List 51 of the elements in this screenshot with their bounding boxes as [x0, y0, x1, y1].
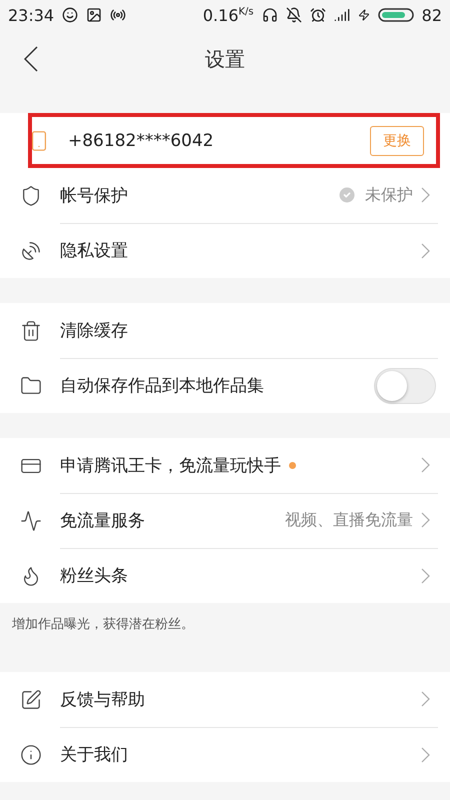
row-label: 申请腾讯王卡，免流量玩快手 [60, 454, 281, 476]
trash-icon [20, 320, 42, 342]
settings-row[interactable]: 粉丝头条 [0, 548, 450, 603]
radio-icon [110, 7, 126, 23]
chevron-icon [421, 187, 430, 203]
battery-level: 82 [422, 6, 442, 24]
row-value: 未保护 [365, 184, 413, 206]
pulse-icon [20, 510, 42, 532]
settings-row[interactable]: 免流量服务 视频、直播免流量 [0, 493, 450, 548]
row-label: 反馈与帮助 [60, 688, 145, 710]
settings-row[interactable]: 申请腾讯王卡，免流量玩快手 [0, 438, 450, 493]
row-label: 粉丝头条 [60, 565, 128, 587]
settings-row[interactable]: 清除缓存 [0, 303, 450, 358]
row-label: 自动保存作品到本地作品集 [60, 375, 264, 397]
chevron-icon [421, 242, 430, 258]
page-title: 设置 [205, 46, 245, 72]
signal-icon [334, 7, 350, 23]
back-icon[interactable] [24, 46, 38, 72]
settings-row[interactable]: 隐私设置 [0, 223, 450, 278]
chevron-icon [421, 691, 430, 707]
toggle-switch[interactable] [374, 368, 436, 404]
settings-row[interactable]: 反馈与帮助 [0, 672, 450, 727]
row-label: +86182****6042 [68, 130, 214, 150]
row-label: 关于我们 [60, 744, 128, 766]
chevron-icon [421, 568, 430, 584]
settings-row[interactable]: 自动保存作品到本地作品集 [0, 358, 450, 413]
alarm-icon [310, 7, 326, 23]
shield-icon [20, 184, 42, 206]
chevron-icon [421, 746, 430, 762]
row-label: 隐私设置 [60, 240, 128, 262]
edit-icon [20, 688, 42, 710]
satellite-dish-icon [20, 240, 42, 262]
headphones-icon [262, 7, 278, 23]
image-icon [86, 7, 102, 23]
info-icon [20, 744, 42, 766]
chevron-icon [421, 512, 430, 528]
highlighted-row[interactable]: +86182****6042 更换 [28, 113, 440, 168]
row-label: 清除缓存 [60, 320, 128, 342]
folder-icon [20, 374, 42, 396]
charging-icon [358, 9, 370, 21]
settings-row[interactable]: 关于我们 [0, 727, 450, 782]
row-value: 视频、直播免流量 [285, 510, 413, 530]
settings-row[interactable]: 帐号保护 未保护 [0, 168, 450, 223]
network-speed: 0.16$^{K/s}$ [202, 6, 254, 24]
time: 23:34 [8, 6, 54, 24]
bell-off-icon [286, 7, 302, 23]
battery-icon [378, 8, 414, 22]
face-icon [62, 7, 78, 23]
row-label: 帐号保护 [60, 184, 128, 206]
chevron-icon [421, 457, 430, 473]
row-label: 免流量服务 [60, 510, 145, 532]
